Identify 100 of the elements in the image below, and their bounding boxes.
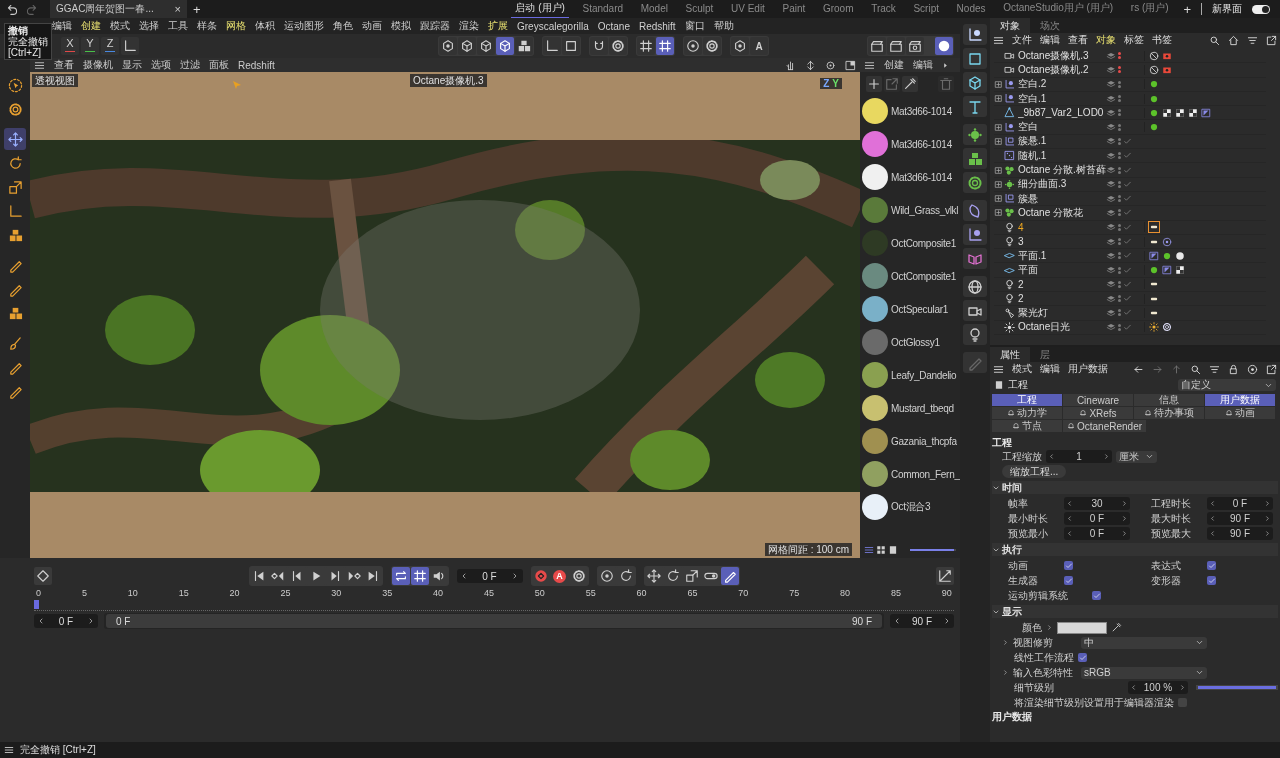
material-name[interactable]: Common_Fern_ xyxy=(891,468,960,480)
object-name[interactable]: Octane 分散.树苔藓 xyxy=(1018,163,1106,178)
object-name[interactable]: 空白.1 xyxy=(1018,91,1106,106)
material-name[interactable]: OctComposite1 xyxy=(891,237,957,249)
object-name[interactable]: _9b87_Var2_LOD0 xyxy=(1018,107,1106,119)
attribute-tab[interactable]: Cineware xyxy=(1063,394,1133,406)
number-field[interactable]: 90 F xyxy=(1207,512,1273,525)
timeline-ruler[interactable]: 0 5 10 15 20 25 30 35 40 45 50 55 60 65 70 75 80 85 90 xyxy=(34,588,954,611)
object-menu-item[interactable]: 对象 xyxy=(1096,33,1116,47)
menu-item[interactable]: Octane xyxy=(597,20,630,32)
layout-tab[interactable]: UV Edit xyxy=(727,0,769,19)
axis-lock-button[interactable]: Y xyxy=(81,37,99,55)
range-handle-bar[interactable]: 0 F 90 F xyxy=(106,614,882,628)
clip-dropdown[interactable]: 中 xyxy=(1081,636,1207,649)
object-menu-item[interactable]: 书签 xyxy=(1152,33,1172,47)
panel-tab[interactable]: 对象 xyxy=(990,18,1030,33)
material-menu-item[interactable]: 创建 xyxy=(884,58,904,72)
object-name[interactable]: 2 xyxy=(1018,278,1106,290)
attribute-menu-item[interactable]: 用户数据 xyxy=(1068,362,1108,376)
material-menu-item[interactable]: 编辑 xyxy=(913,58,933,72)
detail-level-field[interactable]: 100 % xyxy=(1128,681,1188,694)
menu-item[interactable]: 帮助 xyxy=(713,19,734,33)
menu-item[interactable]: 样条 xyxy=(197,19,217,33)
attribute-tab[interactable]: 工程 xyxy=(992,394,1062,406)
letter-button[interactable]: A xyxy=(750,37,768,55)
menu-item[interactable]: 网格 xyxy=(226,19,246,33)
material-name[interactable]: OctComposite1 xyxy=(891,270,957,282)
layout-tab[interactable]: Nodes xyxy=(952,0,990,19)
object-name[interactable]: 随机.1 xyxy=(1018,148,1106,163)
viewport-menu-item[interactable]: 面板 xyxy=(209,58,229,72)
preset-dropdown[interactable]: 自定义 xyxy=(1178,379,1276,391)
number-field[interactable]: 0 F xyxy=(1207,497,1273,510)
layout-tab[interactable]: Script xyxy=(909,0,943,19)
object-name[interactable]: Octane 分散花 xyxy=(1018,205,1106,220)
viewport-menu-item[interactable]: 显示 xyxy=(122,58,142,72)
viewport-menu-item[interactable]: 过滤 xyxy=(180,58,200,72)
menu-item[interactable]: 编辑 xyxy=(52,19,72,33)
material-name[interactable]: Gazania_thcpfa xyxy=(891,435,957,447)
panel-tab[interactable]: 属性 xyxy=(990,347,1030,362)
menu-item[interactable]: 角色 xyxy=(333,19,353,33)
object-name[interactable]: Octane日光 xyxy=(1018,320,1106,335)
menu-item[interactable]: 运动图形 xyxy=(284,19,324,33)
attribute-tab[interactable]: 待办事项 xyxy=(1134,407,1204,419)
autokey-button[interactable]: A xyxy=(550,567,569,585)
object-name[interactable]: 2 xyxy=(1018,293,1106,305)
menu-item[interactable]: 跟踪器 xyxy=(420,19,450,33)
material-name[interactable]: Leafy_Dandelio xyxy=(891,369,957,381)
number-field[interactable]: 90 F xyxy=(1207,527,1273,540)
object-name[interactable]: 平面 xyxy=(1018,263,1106,278)
object-name[interactable]: 平面.1 xyxy=(1018,248,1106,263)
axis-lock-button[interactable]: X xyxy=(61,37,79,55)
range-start-field[interactable]: 0 F xyxy=(34,614,98,628)
number-field[interactable]: 0 F xyxy=(1064,527,1130,540)
panel-tab[interactable]: 场次 xyxy=(1030,18,1070,33)
viewport-menu-item[interactable]: 选项 xyxy=(151,58,171,72)
layout-tab[interactable]: Sculpt xyxy=(681,0,718,19)
object-menu-item[interactable]: 查看 xyxy=(1068,33,1088,47)
frame-field[interactable]: 0 F xyxy=(456,569,523,583)
layout-tab[interactable]: OctaneStudio用户 (用户) xyxy=(999,0,1118,19)
menu-item[interactable]: 窗口 xyxy=(684,19,705,33)
menu-item[interactable]: 模拟 xyxy=(391,19,411,33)
object-name[interactable]: Octane摄像机.2 xyxy=(1018,62,1106,77)
range-end-field[interactable]: 90 F xyxy=(890,614,954,628)
viewport-menu-item[interactable]: Redshift xyxy=(238,59,275,71)
number-field[interactable]: 30 xyxy=(1064,497,1130,510)
scale-field[interactable]: 1 xyxy=(1046,450,1112,463)
material-name[interactable]: Mustard_tbeqd xyxy=(891,402,954,414)
object-name[interactable]: 簇悬 xyxy=(1018,191,1106,206)
material-name[interactable]: Mat3d66-1014 xyxy=(891,105,952,117)
unit-dropdown[interactable]: 厘米 xyxy=(1116,450,1157,463)
axis-lock-button[interactable]: Z xyxy=(101,37,119,55)
attribute-tab[interactable]: 信息 xyxy=(1134,394,1204,406)
scale-project-button[interactable]: 缩放工程... xyxy=(1002,465,1067,478)
object-name[interactable]: 4 xyxy=(1018,221,1106,233)
document-tab[interactable]: GGAC周年贺图一春... × xyxy=(50,0,187,18)
material-name[interactable]: Mat3d66-1014 xyxy=(891,138,952,150)
object-name[interactable]: 空白.2 xyxy=(1018,77,1106,92)
new-tab-button[interactable]: + xyxy=(193,1,201,17)
add-layout-button[interactable]: + xyxy=(1183,1,1191,17)
attribute-tab[interactable]: 节点 xyxy=(992,420,1062,432)
layout-tab[interactable]: Track xyxy=(867,0,900,19)
menu-item[interactable]: 扩展 xyxy=(488,19,508,33)
menu-item[interactable]: 创建 xyxy=(81,19,101,33)
attribute-tab[interactable]: XRefs xyxy=(1063,407,1133,419)
material-name[interactable]: OctSpecular1 xyxy=(891,303,948,315)
object-name[interactable]: 空白 xyxy=(1018,120,1106,135)
material-name[interactable]: Mat3d66-1014 xyxy=(891,171,952,183)
object-name[interactable]: 3 xyxy=(1018,236,1106,247)
layout-tab[interactable]: rs (用户) xyxy=(1126,0,1173,19)
attribute-tab[interactable]: OctaneRender xyxy=(1063,420,1147,432)
object-name[interactable]: 细分曲面.3 xyxy=(1018,177,1106,192)
material-name[interactable]: OctGlossy1 xyxy=(891,336,940,348)
object-menu-item[interactable]: 标签 xyxy=(1124,33,1144,47)
object-name[interactable]: 聚光灯 xyxy=(1018,306,1106,320)
material-name[interactable]: Oct混合3 xyxy=(891,500,931,514)
menu-item[interactable]: 工具 xyxy=(168,19,188,33)
layout-tab[interactable]: Paint xyxy=(778,0,810,19)
layout-tab[interactable]: Groom xyxy=(818,0,858,19)
menu-item[interactable]: Greyscalegorilla xyxy=(517,20,589,32)
object-menu-item[interactable]: 编辑 xyxy=(1040,33,1060,47)
